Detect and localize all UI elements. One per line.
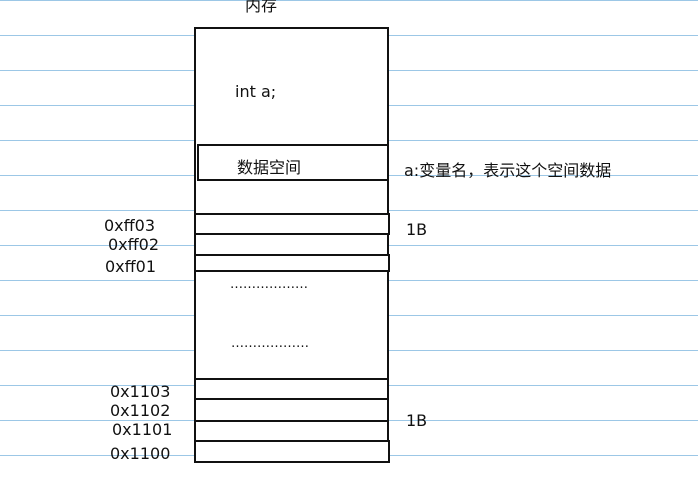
data-space-label: 数据空间 <box>237 158 302 177</box>
rule-line <box>0 0 698 1</box>
address-label: 0x1101 <box>112 420 173 439</box>
ellipsis: ……………… <box>231 336 309 351</box>
memory-title: 内存 <box>245 0 278 15</box>
address-label: 0xff01 <box>105 257 157 276</box>
address-label: 0xff03 <box>104 216 156 235</box>
declaration-text: int a; <box>235 82 277 101</box>
ellipsis: ……………… <box>230 277 308 292</box>
variable-note: a:变量名，表示这个空间数据 <box>404 161 612 180</box>
byte-cell-ff01 <box>194 254 390 272</box>
byte-cell-ff03 <box>194 213 390 235</box>
address-label: 0x1103 <box>110 382 171 401</box>
address-label: 0x1102 <box>110 401 171 420</box>
byte-cell-1100 <box>194 440 390 463</box>
byte-cell-1103 <box>194 378 389 400</box>
address-label: 0xff02 <box>108 235 160 254</box>
address-label: 0x1100 <box>110 444 171 463</box>
byte-size-label: 1B <box>406 220 428 239</box>
byte-cell-1101 <box>194 420 389 442</box>
byte-cell-1102 <box>194 398 389 422</box>
byte-size-label: 1B <box>406 411 428 430</box>
